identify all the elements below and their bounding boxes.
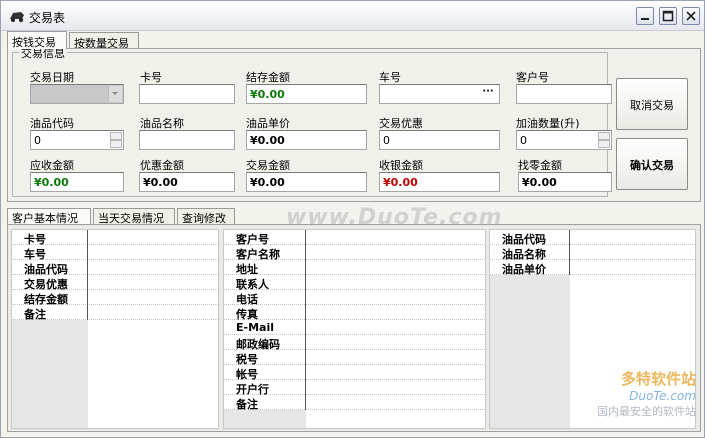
window-title: 交易表 [29,11,66,25]
oil-code-label: 油品代码 [30,117,74,130]
customer-card-grid: 卡号 车号 油品代码 交易优惠 结存金额 备注 [11,229,219,429]
table-row[interactable]: 油品单价 [490,260,695,276]
table-row[interactable]: 交易优惠 [12,275,218,291]
spinner-icon[interactable] [110,132,122,148]
car-no-input[interactable]: ··· [379,84,500,104]
watermark-text: www.DuoTe.com [286,205,503,230]
tab-query-edit[interactable]: 查询修改 [177,208,235,225]
trade-date-label: 交易日期 [30,71,74,84]
table-row[interactable]: 地址 [224,260,485,276]
trade-info-group: 交易信息 交易日期 卡号 结存金额 车号 客户号 ¥0.00 ··· 油品代码 … [12,45,612,197]
customer-no-input[interactable] [516,84,612,104]
watermark-logo: 多特软件站 DuoTe.com 国内最安全的软件站 [597,368,696,419]
table-row[interactable]: 传真 [224,305,485,321]
fuel-qty-stepper[interactable]: 0 [516,130,612,150]
table-row[interactable]: 帐号 [224,365,485,381]
title-bar: 交易表 [1,1,704,31]
watermark-site: DuoTe.com [629,389,696,403]
receivable-label: 应收金额 [30,159,74,172]
discount-amt-label: 优惠金额 [140,159,184,172]
main-window: 交易表 按钱交易 按数量交易 交易信息 交易日期 卡号 结存金额 车号 客户号 [0,0,705,438]
table-row[interactable]: 车号 [12,245,218,261]
customer-detail-grid: 客户号 客户名称 地址 联系人 电话 传真 E-Mail 邮政编码 税号 帐号 … [223,229,486,429]
table-row[interactable]: 备注 [224,395,485,411]
fuel-qty-label: 加油数量(升) [516,117,580,130]
oil-name-input[interactable] [139,130,235,150]
change-amt-field: ¥0.00 [518,172,612,192]
grid-empty-area [490,275,570,428]
grid-empty-area [12,320,88,428]
table-row[interactable]: 客户号 [224,230,485,246]
table-row[interactable]: 结存金额 [12,290,218,306]
tab-by-quantity[interactable]: 按数量交易 [69,32,139,50]
grid-empty-area [224,410,306,428]
chevron-down-icon [108,86,122,102]
table-row[interactable]: 油品名称 [490,245,695,261]
balance-label: 结存金额 [246,71,290,84]
table-row[interactable]: 油品代码 [12,260,218,276]
maximize-button[interactable] [659,7,677,25]
watermark-brand: 多特软件站 [620,370,696,388]
car-no-label: 车号 [379,71,401,84]
minimize-button[interactable] [636,7,654,25]
trade-amt-label: 交易金额 [246,159,290,172]
cash-amt-input[interactable]: ¥0.00 [379,172,500,192]
spinner-icon[interactable] [598,132,610,148]
cancel-trade-button[interactable]: 取消交易 [616,78,688,130]
oil-price-label: 油品单价 [246,117,290,130]
table-row[interactable]: 联系人 [224,275,485,291]
change-amt-label: 找零金额 [518,159,562,172]
discount-amt-field: ¥0.00 [139,172,235,192]
trade-discount-label: 交易优惠 [379,117,423,130]
card-no-label: 卡号 [140,71,162,84]
tab-by-money[interactable]: 按钱交易 [7,31,67,49]
card-no-input[interactable] [139,84,235,104]
oil-code-stepper[interactable]: 0 [30,130,124,150]
tab-customer-info[interactable]: 客户基本情况 [7,208,91,225]
trade-date-select[interactable] [30,84,124,104]
watermark-slogan: 国内最安全的软件站 [597,405,696,418]
table-row[interactable]: 电话 [224,290,485,306]
close-button[interactable] [682,7,700,25]
table-row[interactable]: 油品代码 [490,230,695,246]
oil-name-label: 油品名称 [140,117,184,130]
table-row[interactable]: 客户名称 [224,245,485,261]
cash-amt-label: 收银金额 [379,159,423,172]
table-row[interactable]: 邮政编码 [224,335,485,351]
oil-price-field: ¥0.00 [246,130,367,150]
table-row[interactable]: 税号 [224,350,485,366]
minimize-icon [641,18,649,20]
trade-discount-input[interactable]: 0 [379,130,500,150]
table-row[interactable]: 卡号 [12,230,218,246]
table-row[interactable]: 备注 [12,305,218,321]
table-row[interactable]: E-Mail [224,320,485,335]
tab-today-trades[interactable]: 当天交易情况 [93,208,175,225]
ellipsis-icon[interactable]: ··· [479,87,497,101]
customer-no-label: 客户号 [516,71,549,84]
balance-field: ¥0.00 [246,84,367,104]
trade-panel: 交易信息 交易日期 卡号 结存金额 车号 客户号 ¥0.00 ··· 油品代码 … [7,45,701,202]
confirm-trade-button[interactable]: 确认交易 [616,138,688,190]
receivable-field: ¥0.00 [30,172,124,192]
close-icon [686,11,696,21]
trade-amt-field: ¥0.00 [246,172,367,192]
app-icon [10,12,24,22]
table-row[interactable]: 开户行 [224,380,485,396]
maximize-icon [662,10,674,22]
